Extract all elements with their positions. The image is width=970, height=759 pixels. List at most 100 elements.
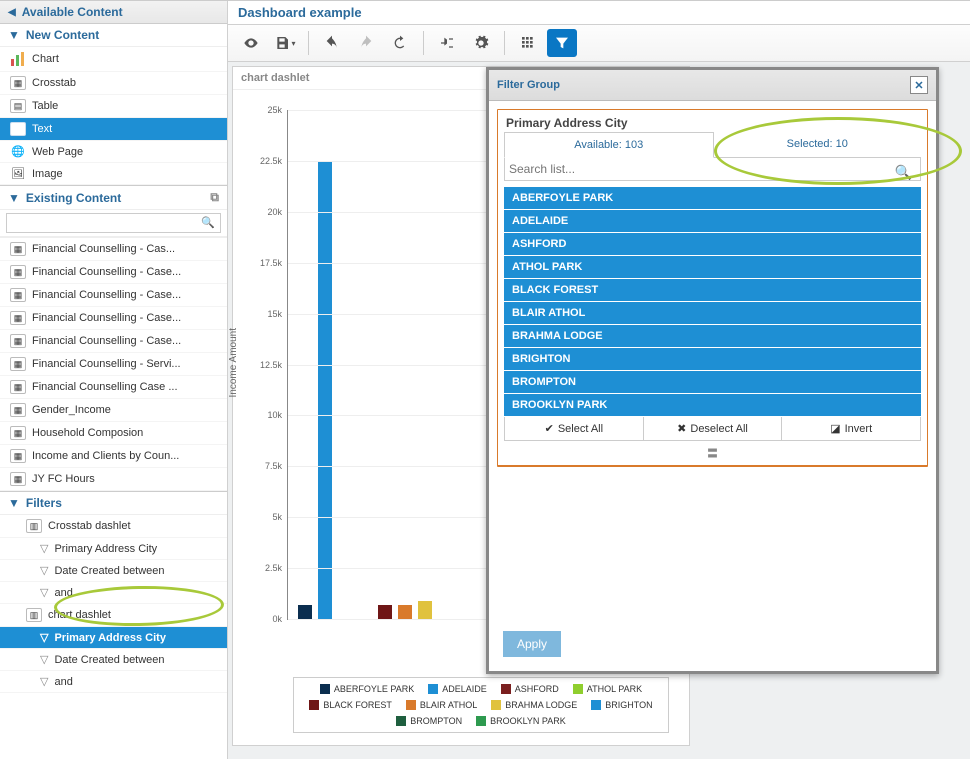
filter-option[interactable]: ATHOL PARK: [504, 256, 921, 279]
filter-option[interactable]: BROOKLYN PARK: [504, 394, 921, 417]
filter-search-input[interactable]: [509, 162, 916, 176]
new-content-chart[interactable]: Chart: [0, 47, 227, 72]
preview-button[interactable]: [236, 29, 266, 57]
legend-item: BRAHMA LODGE: [491, 700, 577, 710]
legend-item: ADELAIDE: [428, 684, 487, 694]
y-tick-label: 25k: [248, 105, 282, 115]
existing-content-item[interactable]: ▦JY FC Hours: [0, 468, 227, 491]
legend-item: ATHOL PARK: [573, 684, 642, 694]
apply-button[interactable]: Apply: [503, 631, 561, 657]
y-tick-label: 0k: [248, 614, 282, 624]
chevron-down-icon: ▼: [8, 496, 20, 510]
filter-option[interactable]: BLAIR ATHOL: [504, 302, 921, 325]
y-tick-label: 22.5k: [248, 156, 282, 166]
collapse-icon[interactable]: ◀: [8, 7, 16, 18]
main-area: Dashboard example ▾ chart dashlet ⚙▾: [228, 1, 970, 759]
chart-legend: ABERFOYLE PARKADELAIDEASHFORDATHOL PARKB…: [293, 677, 669, 733]
deselect-all-button[interactable]: ✖ Deselect All: [644, 417, 783, 440]
close-button[interactable]: ✕: [910, 76, 928, 94]
existing-content-item[interactable]: ▦Financial Counselling - Case...: [0, 261, 227, 284]
tab-available[interactable]: Available: 103: [504, 132, 714, 158]
existing-content-item[interactable]: ▦Income and Clients by Coun...: [0, 445, 227, 468]
copy-icon[interactable]: ⧉: [210, 190, 219, 205]
grid-button[interactable]: [513, 29, 543, 57]
existing-content-item[interactable]: ▦Financial Counselling - Case...: [0, 284, 227, 307]
section-label: Existing Content: [26, 191, 121, 205]
new-content-web-page[interactable]: 🌐Web Page: [0, 141, 227, 163]
y-tick-label: 7.5k: [248, 461, 282, 471]
chart-bar[interactable]: [318, 161, 332, 619]
y-tick-label: 2.5k: [248, 563, 282, 573]
y-axis-label: Income Amount: [228, 328, 239, 397]
filter-button[interactable]: [547, 29, 577, 57]
existing-content-item[interactable]: ▦Household Composion: [0, 422, 227, 445]
filter-field-label: Primary Address City: [498, 110, 927, 132]
chart-bar[interactable]: [298, 605, 312, 619]
section-label: Filters: [26, 496, 62, 510]
filter-option[interactable]: BROMPTON: [504, 371, 921, 394]
resize-grip[interactable]: 〓: [498, 441, 927, 466]
y-tick-label: 20k: [248, 207, 282, 217]
invert-button[interactable]: ◪ Invert: [782, 417, 920, 440]
y-tick-label: 10k: [248, 410, 282, 420]
filter-group-dialog: Filter Group ✕ Primary Address City Avai…: [486, 67, 939, 674]
legend-item: BROMPTON: [396, 716, 462, 726]
filter-group[interactable]: ▥Crosstab dashlet: [0, 515, 227, 538]
existing-content-item[interactable]: ▦Financial Counselling - Case...: [0, 330, 227, 353]
dashlet-title: chart dashlet: [241, 72, 309, 84]
dashboard-title: Dashboard example: [228, 1, 970, 25]
filter-item[interactable]: ▽Date Created between: [0, 649, 227, 671]
y-tick-label: 15k: [248, 309, 282, 319]
filter-item[interactable]: ▽Primary Address City: [0, 627, 227, 649]
chart-bar[interactable]: [418, 601, 432, 619]
search-icon[interactable]: 🔍: [895, 164, 912, 181]
legend-item: BLAIR ATHOL: [406, 700, 477, 710]
existing-search: 🔍: [0, 210, 227, 237]
new-content-text[interactable]: TTText: [0, 118, 227, 141]
save-button[interactable]: ▾: [270, 29, 300, 57]
filter-item[interactable]: ▽and: [0, 671, 227, 693]
section-new-content[interactable]: ▼ New Content: [0, 24, 227, 47]
existing-content-item[interactable]: ▦Financial Counselling - Case...: [0, 307, 227, 330]
filter-option[interactable]: ADELAIDE: [504, 210, 921, 233]
legend-item: BROOKLYN PARK: [476, 716, 566, 726]
existing-content-item[interactable]: ▦Financial Counselling - Cas...: [0, 237, 227, 261]
new-content-crosstab[interactable]: ▦Crosstab: [0, 72, 227, 95]
chart-bar[interactable]: [398, 605, 412, 619]
filter-field-box: Primary Address City Available: 103 Sele…: [497, 109, 928, 467]
legend-item: ASHFORD: [501, 684, 559, 694]
existing-search-input[interactable]: [6, 213, 221, 233]
refresh-button[interactable]: [385, 29, 415, 57]
input-controls-button[interactable]: [432, 29, 462, 57]
search-icon[interactable]: 🔍: [201, 216, 215, 229]
sidebar-title-text: Available Content: [22, 5, 123, 19]
filter-group[interactable]: ▥chart dashlet: [0, 604, 227, 627]
filter-item[interactable]: ▽Primary Address City: [0, 538, 227, 560]
toolbar: ▾: [228, 25, 970, 62]
chart-bar[interactable]: [378, 605, 392, 619]
filter-option[interactable]: BRIGHTON: [504, 348, 921, 371]
filter-item[interactable]: ▽and: [0, 582, 227, 604]
redo-button[interactable]: [351, 29, 381, 57]
new-content-image[interactable]: 🖼Image: [0, 163, 227, 185]
filter-option[interactable]: ASHFORD: [504, 233, 921, 256]
existing-content-item[interactable]: ▦Financial Counselling Case ...: [0, 376, 227, 399]
sidebar-title: ◀ Available Content: [0, 1, 227, 24]
existing-content-item[interactable]: ▦Gender_Income: [0, 399, 227, 422]
select-all-button[interactable]: ✔ Select All: [505, 417, 644, 440]
undo-button[interactable]: [317, 29, 347, 57]
filter-option[interactable]: BRAHMA LODGE: [504, 325, 921, 348]
new-content-table[interactable]: ▤Table: [0, 95, 227, 118]
legend-item: BRIGHTON: [591, 700, 652, 710]
section-existing-content[interactable]: ▼ Existing Content ⧉: [0, 185, 227, 210]
existing-content-item[interactable]: ▦Financial Counselling - Servi...: [0, 353, 227, 376]
filter-option[interactable]: BLACK FOREST: [504, 279, 921, 302]
section-filters[interactable]: ▼ Filters: [0, 491, 227, 515]
y-tick-label: 12.5k: [248, 360, 282, 370]
filter-option[interactable]: ABERFOYLE PARK: [504, 187, 921, 210]
settings-button[interactable]: [466, 29, 496, 57]
y-tick-label: 5k: [248, 512, 282, 522]
chevron-down-icon: ▼: [8, 191, 20, 205]
filter-item[interactable]: ▽Date Created between: [0, 560, 227, 582]
tab-selected[interactable]: Selected: 10: [714, 132, 922, 158]
